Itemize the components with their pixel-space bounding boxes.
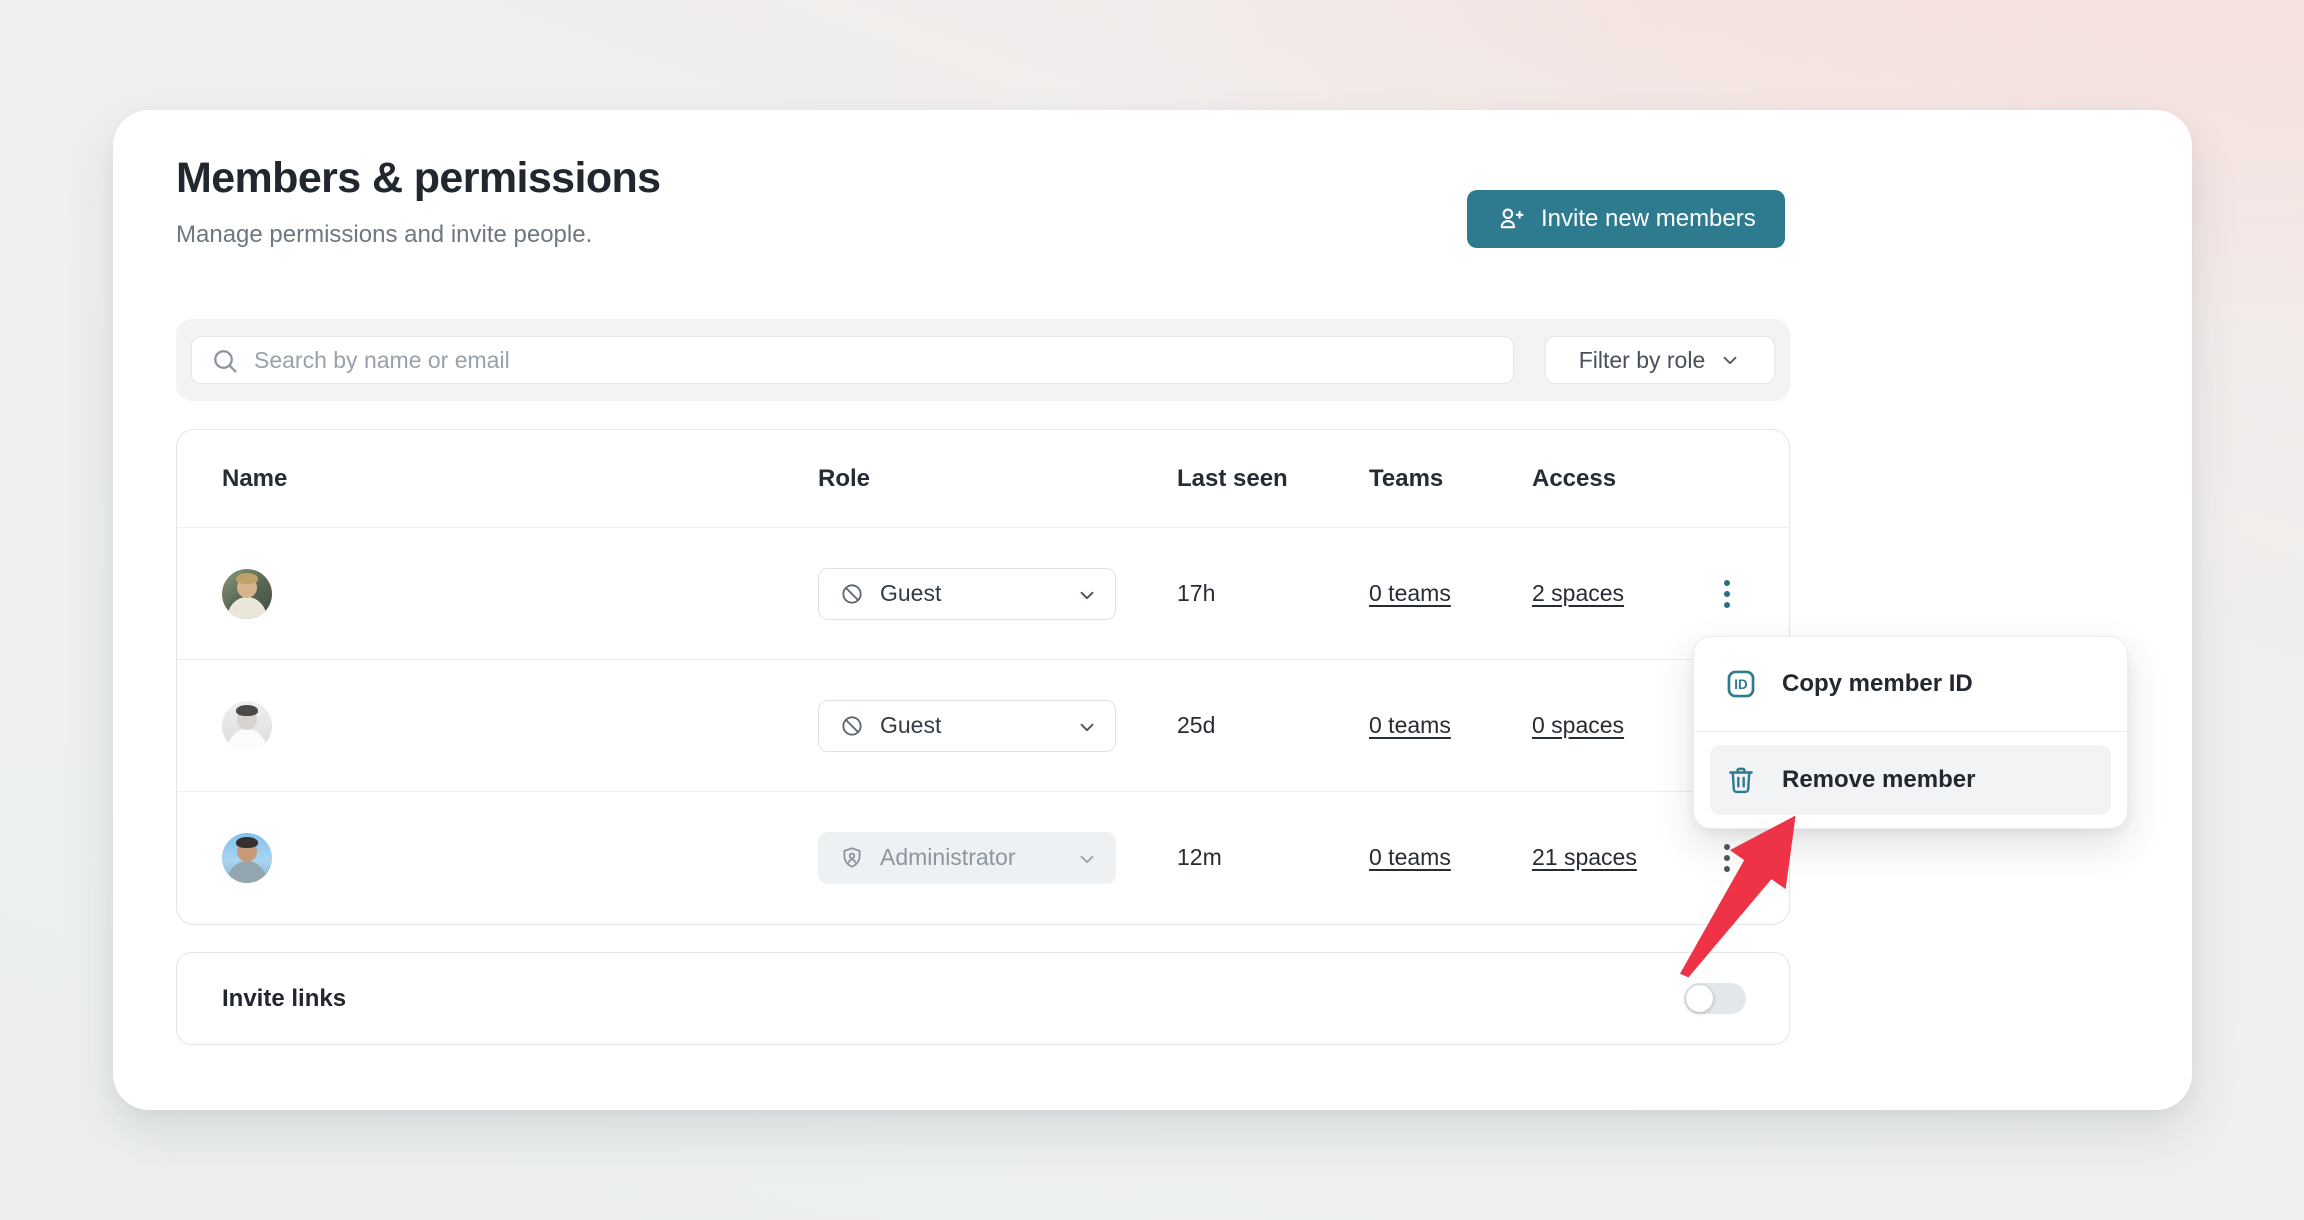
prohibit-icon <box>839 713 865 739</box>
menu-item-label: Copy member ID <box>1782 670 1973 698</box>
role-dropdown[interactable]: Guest <box>818 568 1116 620</box>
role-dropdown-label: Guest <box>880 712 941 739</box>
person-plus-icon <box>1496 204 1526 234</box>
role-dropdown-label: Guest <box>880 580 941 607</box>
kebab-menu-icon[interactable] <box>1707 832 1747 884</box>
members-permissions-card: Members & permissions Manage permissions… <box>113 110 2192 1110</box>
last-seen-value: 12m <box>1177 844 1369 871</box>
table-header-row: Name Role Last seen Teams Access <box>177 430 1789 527</box>
invite-links-toggle[interactable] <box>1684 983 1746 1014</box>
page-background: { "page": { "title": "Members & permissi… <box>0 0 2304 1220</box>
member-context-menu: ID Copy member ID Remove member <box>1693 636 2128 829</box>
search-input[interactable] <box>192 337 1513 383</box>
avatar <box>222 569 272 619</box>
search-filter-bar: Filter by role <box>176 319 1790 401</box>
access-spaces-link[interactable]: 21 spaces <box>1532 844 1637 870</box>
remove-member-menu-item[interactable]: Remove member <box>1710 745 2111 815</box>
last-seen-value: 17h <box>1177 580 1369 607</box>
prohibit-icon <box>839 581 865 607</box>
table-row: Guest 25d 0 teams 0 spaces <box>177 659 1789 791</box>
chevron-down-icon <box>1076 716 1098 744</box>
teams-link[interactable]: 0 teams <box>1369 844 1451 870</box>
page-header: Members & permissions Manage permissions… <box>176 154 660 249</box>
avatar <box>222 701 272 751</box>
menu-item-wrap: Remove member <box>1694 732 2127 828</box>
access-spaces-link[interactable]: 2 spaces <box>1532 580 1624 606</box>
admin-shield-icon <box>839 845 865 871</box>
id-badge-icon: ID <box>1724 667 1758 701</box>
teams-link[interactable]: 0 teams <box>1369 580 1451 606</box>
search-box <box>191 336 1514 384</box>
chevron-down-icon <box>1076 584 1098 612</box>
column-header-access: Access <box>1532 465 1707 493</box>
teams-link[interactable]: 0 teams <box>1369 712 1451 738</box>
member-name-cell <box>177 569 818 619</box>
access-spaces-link[interactable]: 0 spaces <box>1532 712 1624 738</box>
members-table: Name Role Last seen Teams Access Guest <box>176 429 1790 925</box>
member-name-cell <box>177 701 818 751</box>
last-seen-value: 25d <box>1177 712 1369 739</box>
filter-by-role-label: Filter by role <box>1579 347 1706 374</box>
column-header-teams: Teams <box>1369 465 1532 493</box>
table-row: Administrator 12m 0 teams 21 spaces <box>177 791 1789 923</box>
invite-links-label: Invite links <box>222 985 346 1013</box>
page-subtitle: Manage permissions and invite people. <box>176 221 660 249</box>
toggle-knob <box>1686 985 1713 1012</box>
filter-by-role-button[interactable]: Filter by role <box>1545 336 1775 384</box>
svg-text:ID: ID <box>1734 677 1748 692</box>
chevron-down-icon <box>1719 349 1741 371</box>
role-dropdown-label: Administrator <box>880 844 1015 871</box>
trash-icon <box>1724 763 1758 797</box>
avatar <box>222 833 272 883</box>
member-name-cell <box>177 833 818 883</box>
invite-button-label: Invite new members <box>1541 205 1756 233</box>
column-header-name: Name <box>177 465 818 493</box>
table-row: Guest 17h 0 teams 2 spaces <box>177 527 1789 659</box>
role-dropdown[interactable]: Guest <box>818 700 1116 752</box>
kebab-menu-icon[interactable] <box>1707 568 1747 620</box>
column-header-role: Role <box>818 465 1177 493</box>
menu-item-label: Remove member <box>1782 766 1975 794</box>
role-dropdown-disabled: Administrator <box>818 832 1116 884</box>
copy-member-id-menu-item[interactable]: ID Copy member ID <box>1694 637 2127 731</box>
invite-links-panel: Invite links <box>176 952 1790 1045</box>
page-title: Members & permissions <box>176 154 660 203</box>
column-header-last-seen: Last seen <box>1177 465 1369 493</box>
invite-new-members-button[interactable]: Invite new members <box>1467 190 1785 248</box>
chevron-down-icon <box>1076 848 1098 876</box>
search-icon <box>210 346 240 381</box>
